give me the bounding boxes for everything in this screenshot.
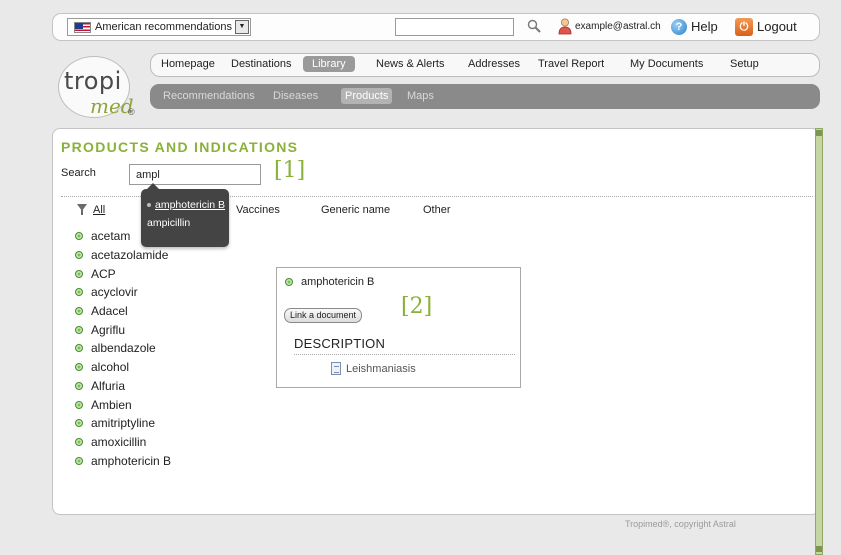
nav-setup[interactable]: Setup: [730, 58, 759, 70]
filter-all[interactable]: All: [93, 204, 105, 216]
product-name: acyclovir: [91, 285, 138, 300]
suggestion-label: ampicillin: [147, 217, 191, 229]
country-select[interactable]: American recommendations ▼: [67, 18, 251, 36]
suggestion-item[interactable]: amphotericin B: [147, 199, 225, 211]
product-bullet-icon: [75, 381, 83, 390]
suggestion-item[interactable]: ampicillin: [147, 217, 190, 229]
product-bullet-icon: [285, 278, 293, 286]
main-nav: Homepage Destinations Library News & Ale…: [150, 53, 820, 77]
list-item[interactable]: amitriptyline: [75, 414, 171, 433]
subnav-diseases[interactable]: Diseases: [273, 90, 318, 102]
subnav-products[interactable]: Products: [341, 88, 393, 104]
filter-generic-name[interactable]: Generic name: [321, 204, 390, 216]
suggestion-label: amphotericin B: [155, 199, 226, 211]
annotation-1: [1]: [274, 158, 306, 183]
scroll-up-icon[interactable]: [816, 130, 822, 136]
product-bullet-icon: [75, 288, 83, 297]
help-icon[interactable]: ?: [671, 19, 687, 35]
help-link[interactable]: Help: [691, 19, 718, 34]
footer-copyright: Tropimed®, copyright Astral: [625, 519, 736, 529]
list-item[interactable]: amoxicillin: [75, 433, 171, 452]
document-icon: [331, 362, 341, 375]
product-name: acetam: [91, 229, 131, 244]
product-bullet-icon: [75, 344, 83, 353]
product-name: alcohol: [91, 360, 130, 375]
product-name: Ambien: [91, 397, 132, 412]
product-name: Adacel: [91, 304, 128, 319]
detail-title: amphotericin B: [285, 276, 374, 288]
us-flag-icon: [74, 21, 91, 33]
product-name: Alfuria: [91, 378, 126, 393]
product-bullet-icon: [75, 363, 83, 372]
list-item[interactable]: acyclovir: [75, 283, 171, 302]
product-name: Agriflu: [91, 322, 126, 337]
products-panel: PRODUCTS AND INDICATIONS Search ampl [1]…: [52, 128, 820, 515]
filter-vaccines[interactable]: Vaccines: [236, 204, 280, 216]
divider: [294, 354, 515, 355]
list-item[interactable]: acetazolamide: [75, 246, 171, 265]
top-bar: American recommendations ▼ example@astra…: [52, 13, 820, 41]
product-name: acetazolamide: [91, 248, 169, 263]
list-item[interactable]: alcohol: [75, 358, 171, 377]
list-item[interactable]: ACP: [75, 264, 171, 283]
scrollbar[interactable]: [815, 128, 823, 555]
subnav-maps[interactable]: Maps: [407, 90, 434, 102]
nav-destinations[interactable]: Destinations: [231, 58, 292, 70]
detail-product-name: amphotericin B: [301, 276, 375, 288]
product-name: ACP: [91, 266, 116, 281]
product-bullet-icon: [75, 307, 83, 316]
product-list: acetam acetazolamide ACP acyclovir Adace…: [75, 227, 171, 470]
logo-text-tropi: tropi: [64, 67, 122, 95]
link-document-button[interactable]: Link a document: [284, 308, 363, 323]
product-bullet-icon: [75, 251, 83, 260]
subnav-recommendations[interactable]: Recommendations: [163, 90, 255, 102]
nav-library[interactable]: Library: [303, 56, 355, 72]
sub-nav: Recommendations Diseases Products Maps: [150, 84, 820, 109]
autocomplete-dropdown: amphotericin B ampicillin: [141, 183, 229, 247]
nav-homepage[interactable]: Homepage: [161, 58, 215, 70]
product-bullet-icon: [75, 232, 83, 241]
user-icon: [558, 18, 572, 35]
description-heading: DESCRIPTION: [294, 336, 386, 351]
scroll-down-icon[interactable]: [816, 546, 822, 552]
product-name: amitriptyline: [91, 416, 156, 431]
nav-travel-report[interactable]: Travel Report: [538, 58, 604, 70]
product-name: amoxicillin: [91, 434, 147, 449]
list-item[interactable]: Adacel: [75, 302, 171, 321]
logout-link[interactable]: Logout: [757, 19, 797, 34]
list-item[interactable]: Agriflu: [75, 320, 171, 339]
product-detail-card: amphotericin B Link a document [2] DESCR…: [276, 267, 521, 388]
page-title: PRODUCTS AND INDICATIONS: [61, 139, 299, 155]
user-email[interactable]: example@astral.ch: [575, 21, 661, 32]
nav-addresses[interactable]: Addresses: [468, 58, 520, 70]
list-item[interactable]: albendazole: [75, 339, 171, 358]
list-item[interactable]: Alfuria: [75, 377, 171, 396]
product-bullet-icon: [75, 419, 83, 428]
top-search-input[interactable]: [395, 18, 514, 36]
suggestion-bullet-icon: [147, 203, 151, 208]
nav-my-documents[interactable]: My Documents: [630, 58, 703, 70]
search-icon[interactable]: [527, 19, 541, 33]
document-link[interactable]: Leishmaniasis: [346, 363, 416, 375]
search-label: Search: [61, 167, 96, 179]
country-select-label: American recommendations: [95, 21, 232, 33]
filter-other[interactable]: Other: [423, 204, 451, 216]
list-item[interactable]: amphotericin B: [75, 451, 171, 470]
product-bullet-icon: [75, 437, 83, 446]
product-bullet-icon: [75, 269, 83, 278]
product-bullet-icon: [75, 325, 83, 334]
product-search-input[interactable]: ampl: [129, 164, 261, 185]
logo-registered-mark: ®: [128, 107, 135, 117]
product-name: amphotericin B: [91, 453, 172, 468]
nav-news-alerts[interactable]: News & Alerts: [376, 58, 444, 70]
chevron-down-icon[interactable]: ▼: [235, 20, 249, 34]
tropimed-logo[interactable]: tropi med ®: [56, 56, 151, 124]
product-bullet-icon: [75, 456, 83, 465]
product-name: albendazole: [91, 341, 156, 356]
logout-icon[interactable]: ⏻: [735, 18, 753, 36]
product-bullet-icon: [75, 400, 83, 409]
list-item[interactable]: Ambien: [75, 395, 171, 414]
annotation-2: [2]: [401, 294, 433, 319]
